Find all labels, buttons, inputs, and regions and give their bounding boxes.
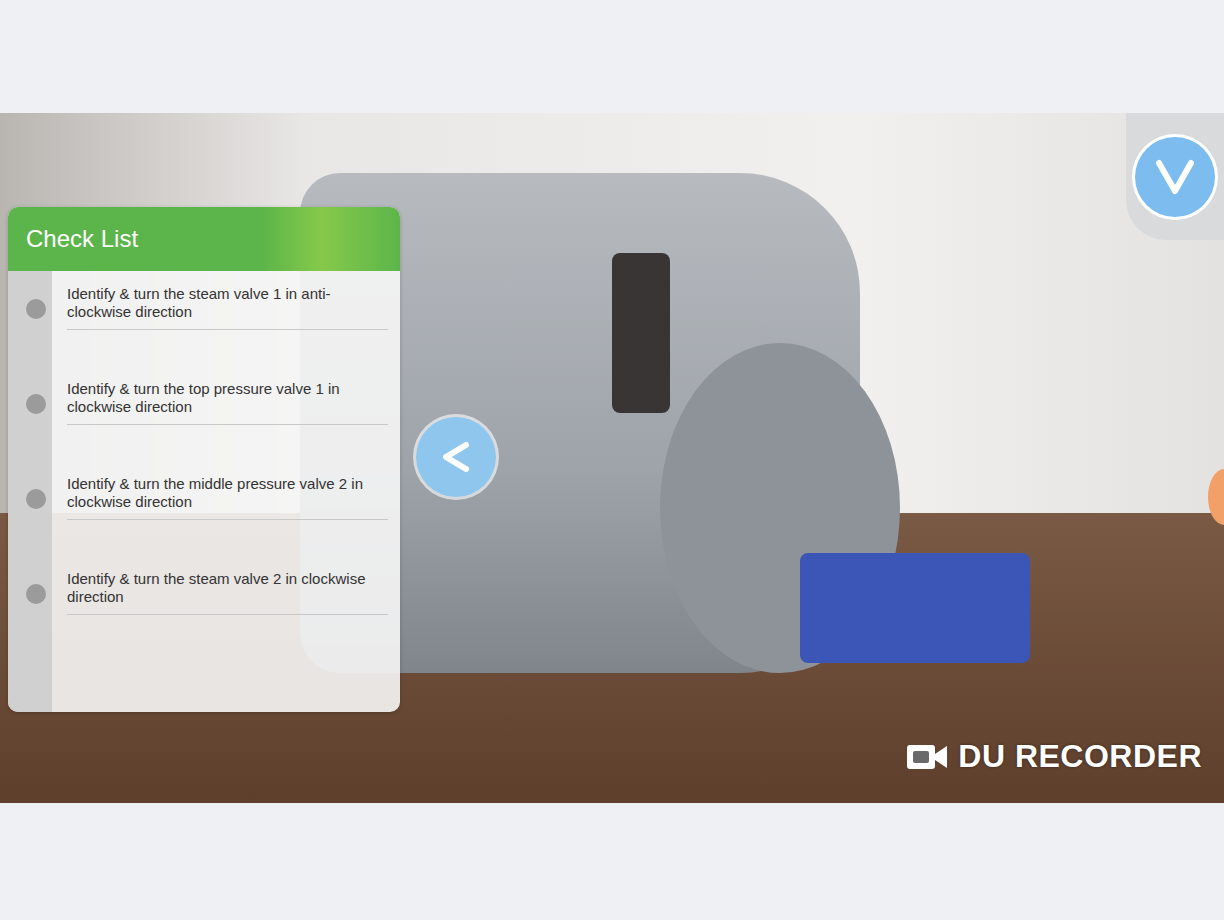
checklist-item-text: Identify & turn the steam valve 1 in ant…: [67, 285, 388, 330]
status-dot-icon: [26, 299, 46, 319]
checklist-item[interactable]: Identify & turn the steam valve 2 in clo…: [8, 556, 400, 651]
video-camera-icon: [906, 742, 948, 772]
confirm-button[interactable]: [1135, 137, 1215, 217]
checklist-item[interactable]: Identify & turn the steam valve 1 in ant…: [8, 271, 400, 366]
back-button[interactable]: [416, 417, 496, 497]
checklist-item[interactable]: Identify & turn the top pressure valve 1…: [8, 366, 400, 461]
bottom-letterbox: [0, 803, 1224, 920]
top-letterbox: [0, 0, 1224, 113]
recorder-label: DU RECORDER: [958, 738, 1202, 775]
app-screen: Check List Identify & turn the steam valv…: [0, 0, 1224, 920]
checklist-item[interactable]: Identify & turn the middle pressure valv…: [8, 461, 400, 556]
steam-tank-model[interactable]: [612, 253, 670, 413]
checklist-body: Identify & turn the steam valve 1 in ant…: [8, 271, 400, 712]
check-icon: [1153, 155, 1197, 199]
burner-model[interactable]: [800, 553, 1030, 663]
checklist-header: Check List: [8, 207, 400, 271]
checklist-panel: Check List Identify & turn the steam valv…: [8, 207, 400, 712]
status-dot-icon: [26, 584, 46, 604]
confirm-tab: [1126, 113, 1224, 240]
checklist-item-text: Identify & turn the middle pressure valv…: [67, 475, 388, 520]
chevron-left-icon: [436, 437, 476, 477]
checklist-item-text: Identify & turn the top pressure valve 1…: [67, 380, 388, 425]
ar-scene[interactable]: Check List Identify & turn the steam valv…: [0, 113, 1224, 803]
recorder-watermark: DU RECORDER: [906, 738, 1202, 775]
status-dot-icon: [26, 394, 46, 414]
checklist-title: Check List: [26, 225, 138, 253]
status-dot-icon: [26, 489, 46, 509]
checklist-item-text: Identify & turn the steam valve 2 in clo…: [67, 570, 388, 615]
